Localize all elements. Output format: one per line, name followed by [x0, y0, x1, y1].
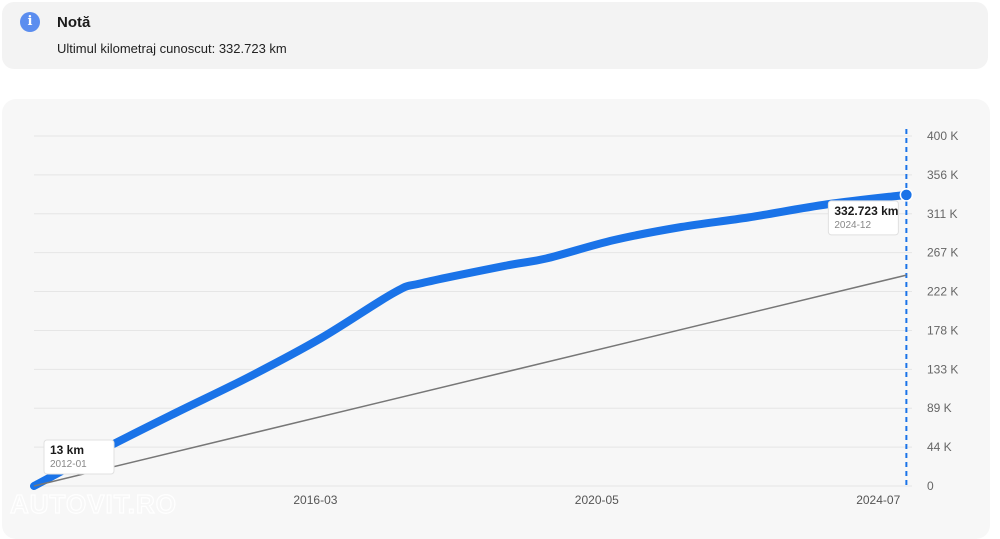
y-tick-label: 44 K [927, 440, 952, 454]
grid-lines [34, 135, 912, 487]
annotations: 13 km 2012-01 332.723 km 2024-12 [43, 188, 914, 475]
tooltip-value: 332.723 km [834, 204, 898, 218]
x-tick-label: 2020-05 [575, 493, 619, 507]
reference-series-line [33, 274, 907, 487]
x-axis: 2016-03 2020-05 2024-07 [293, 493, 900, 507]
tooltip-date: 2012-01 [50, 459, 87, 470]
data-point [899, 188, 914, 202]
y-tick-label: 89 K [927, 401, 952, 415]
y-tick-label: 222 K [927, 285, 958, 299]
watermark: AUTOVIT.RO [10, 489, 177, 519]
y-tick-label: 178 K [927, 323, 958, 337]
note-text: Ultimul kilometraj cunoscut: 332.723 km [57, 41, 287, 56]
x-tick-label: 2016-03 [293, 493, 337, 507]
y-tick-label: 400 K [927, 129, 958, 143]
mileage-chart-card: 0 44 K 89 K 133 K 178 K 222 K 267 K 311 K 356 K 4… [2, 99, 990, 539]
y-tick-label: 356 K [927, 168, 958, 182]
tooltip-value: 13 km [50, 443, 84, 457]
y-tick-label: 0 [927, 479, 934, 493]
mileage-chart: 0 44 K 89 K 133 K 178 K 222 K 267 K 311 K 356 K 4… [9, 129, 958, 520]
x-tick-label: 2024-07 [856, 493, 900, 507]
info-icon: i [20, 12, 40, 32]
y-tick-label: 267 K [927, 246, 958, 260]
y-tick-label: 133 K [927, 362, 958, 376]
tooltip-date: 2024-12 [834, 220, 871, 231]
y-tick-label: 311 K [927, 207, 957, 221]
note-card: i Notă Ultimul kilometraj cunoscut: 332.… [2, 2, 988, 69]
y-axis: 0 44 K 89 K 133 K 178 K 222 K 267 K 311 K 356 K 4… [927, 129, 958, 493]
mileage-series-line [30, 190, 911, 490]
note-title: Notă [57, 14, 91, 31]
series-lines [30, 129, 911, 490]
